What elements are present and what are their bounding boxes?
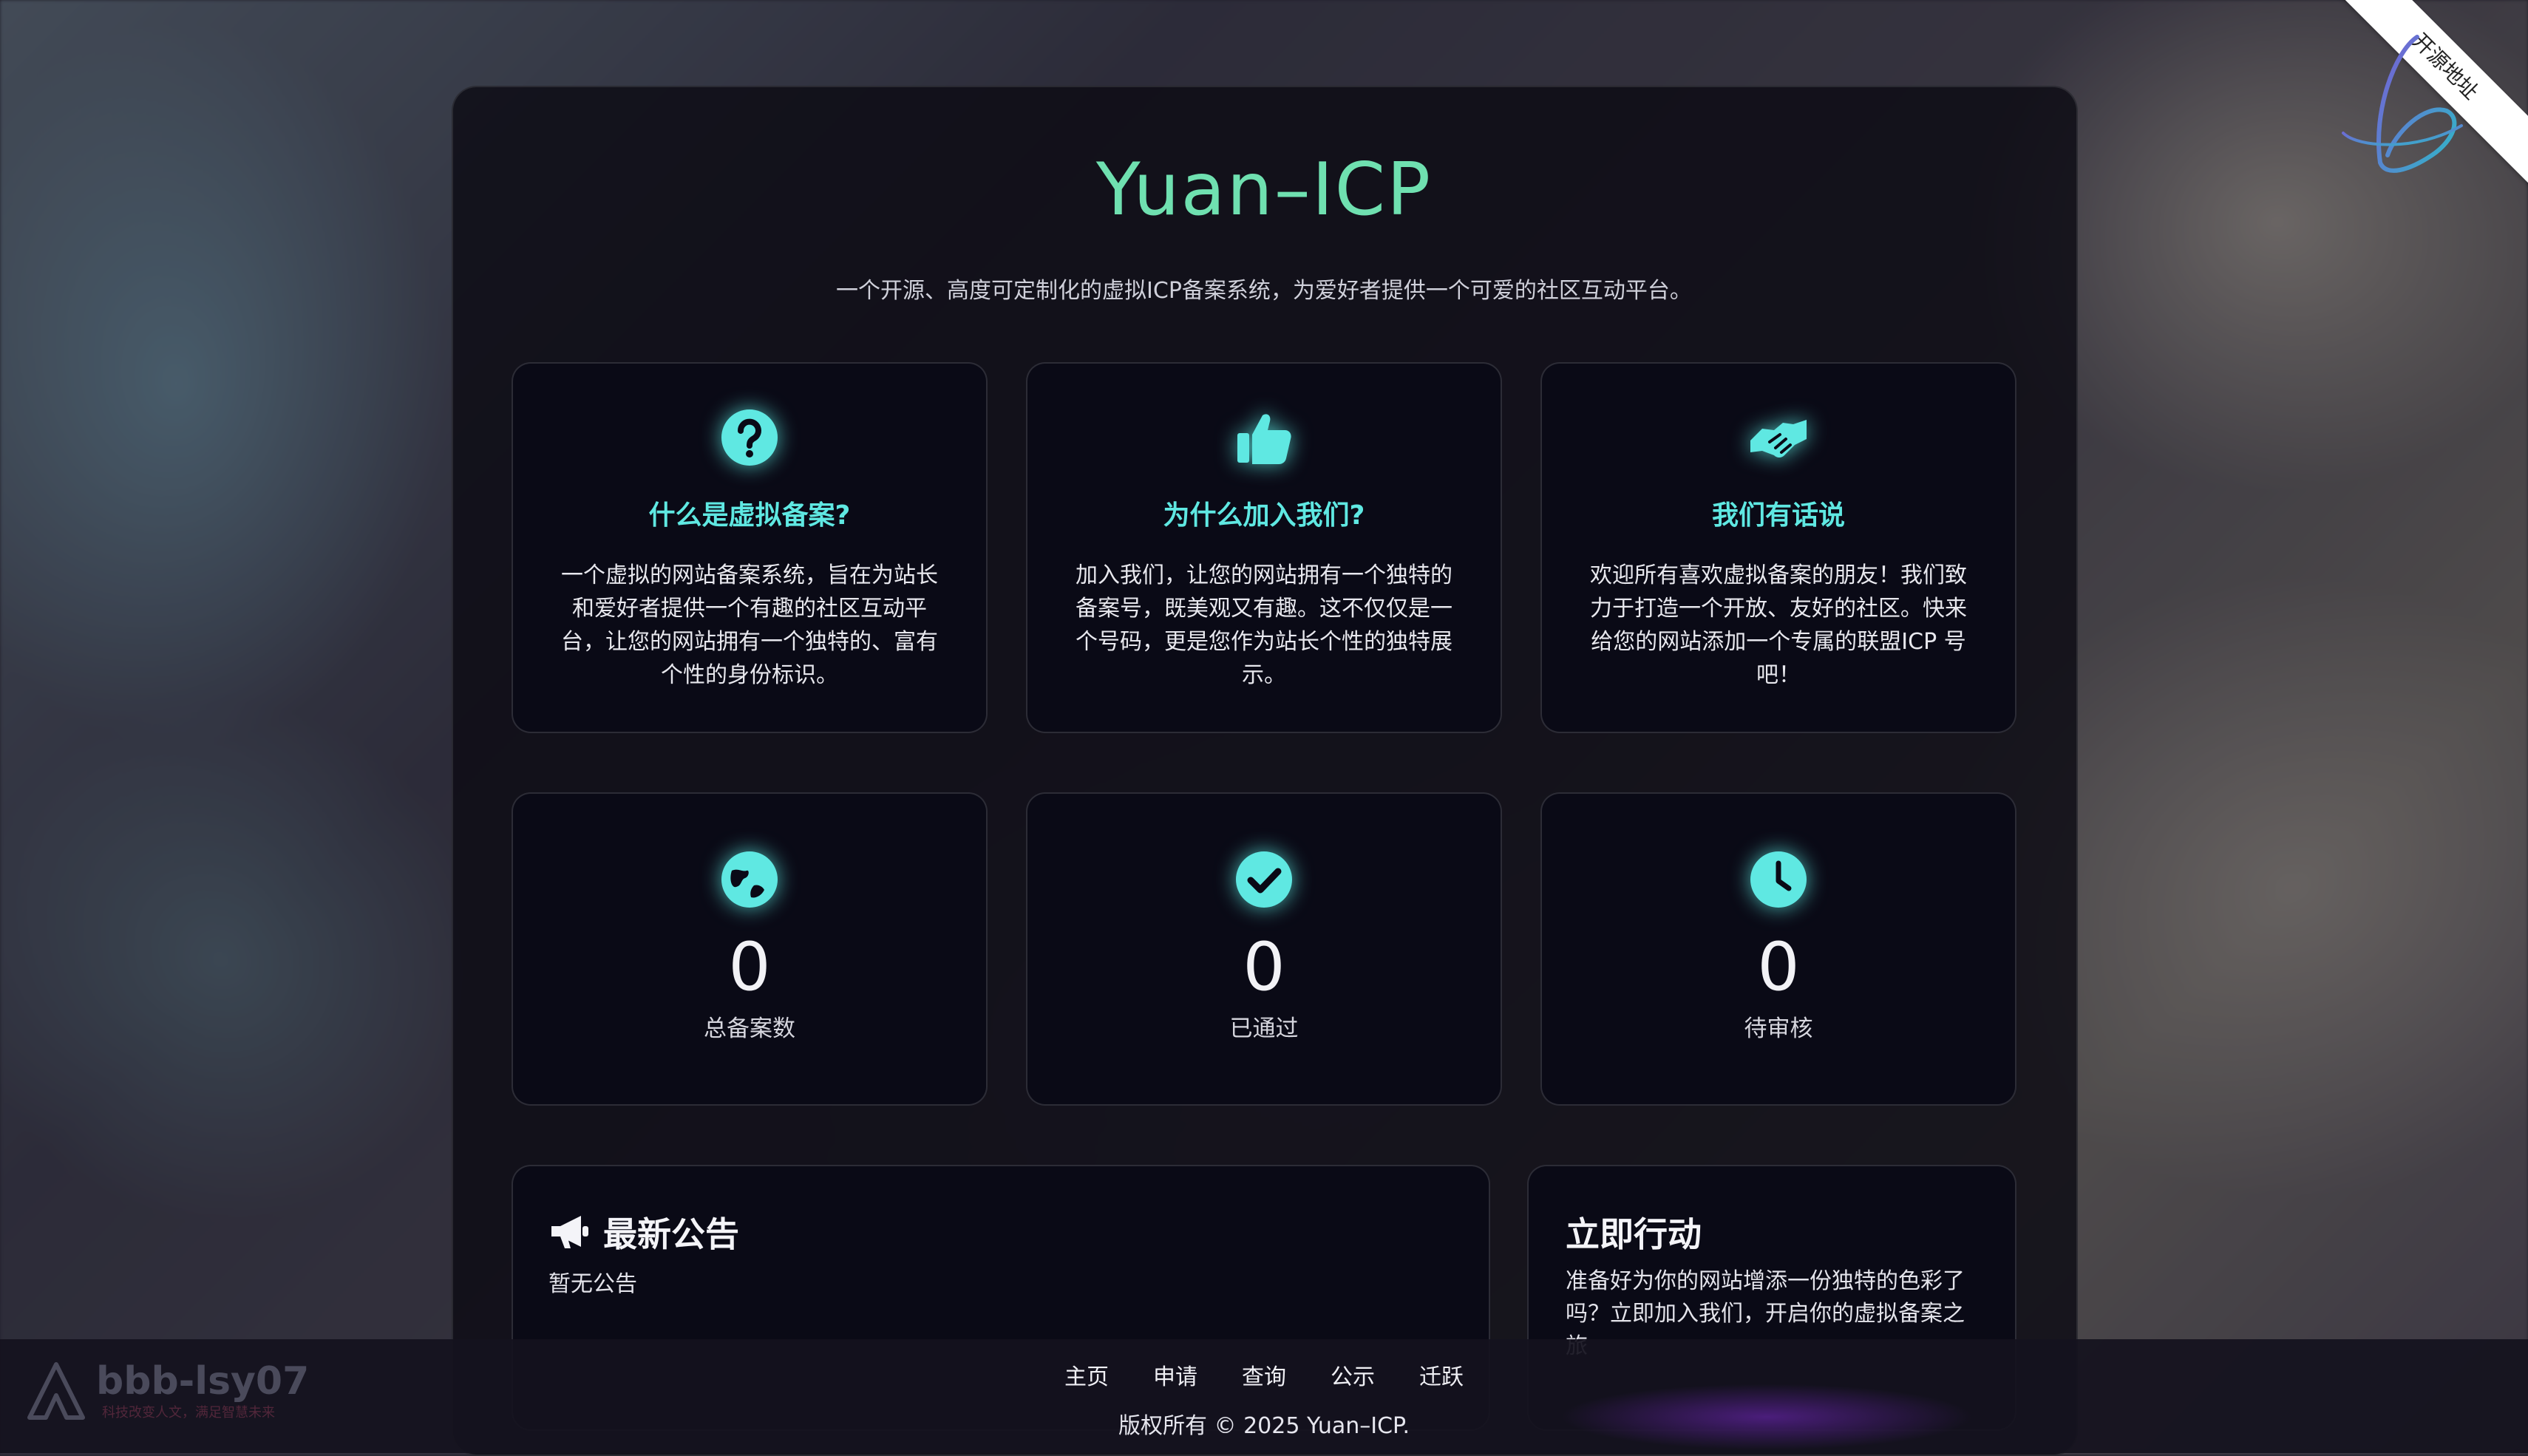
feature-card-message: 我们有话说 欢迎所有喜欢虚拟备案的朋友！我们致力于打造一个开放、友好的社区。快来… [1540, 362, 2016, 733]
thumbs-up-icon [1237, 414, 1291, 464]
stat-card-pending: 0 待审核 [1540, 792, 2016, 1106]
stat-value: 0 [1243, 928, 1285, 1006]
page-title: Yuan–ICP [1095, 148, 1433, 232]
stat-value: 0 [728, 928, 771, 1006]
announcement-title: 最新公告 [603, 1214, 739, 1254]
copyright: 版权所有 © 2025 Yuan–ICP. [1118, 1413, 1410, 1439]
handshake-icon [1750, 420, 1807, 457]
megaphone-icon [551, 1216, 588, 1248]
footer: 主页 申请 查询 公示 迁跃 版权所有 © 2025 Yuan–ICP. [0, 1339, 2528, 1453]
feature-text: 加入我们，让您的网站拥有一个独特的备案号，既美观又有趣。这不仅仅是一个号码，更是… [1076, 562, 1452, 688]
nav-link-query[interactable]: 查询 [1242, 1358, 1286, 1391]
action-title: 立即行动 [1566, 1214, 1702, 1254]
triangle-logo-icon [27, 1362, 85, 1420]
stat-value: 0 [1757, 928, 1800, 1006]
footer-nav: 主页 申请 查询 公示 迁跃 [0, 1358, 2528, 1391]
nav-link-jump[interactable]: 迁跃 [1419, 1358, 1464, 1391]
signature-logo-icon [2342, 35, 2463, 173]
feature-title: 我们有话说 [1711, 500, 1845, 531]
stat-card-total: 0 总备案数 [512, 792, 988, 1106]
feature-card-why: 为什么加入我们? 加入我们，让您的网站拥有一个独特的备案号，既美观又有趣。这不仅… [1026, 362, 1502, 733]
feature-text: 欢迎所有喜欢虚拟备案的朋友！我们致力于打造一个开放、友好的社区。快来给您的网站添… [1590, 562, 1967, 688]
watermark-brand: bbb-lsy07 [96, 1359, 310, 1404]
feature-text: 一个虚拟的网站备案系统，旨在为站长和爱好者提供一个有趣的社区互动平台，让您的网站… [561, 562, 938, 688]
stat-label: 总备案数 [704, 1016, 795, 1042]
feature-title: 为什么加入我们? [1163, 500, 1365, 531]
stat-card-approved: 0 已通过 [1026, 792, 1502, 1106]
watermark-logo: bbb-lsy07 科技改变人文，满足智慧未来 [25, 1360, 309, 1422]
question-circle-icon [721, 409, 778, 466]
announcement-heading: 最新公告 [548, 1208, 1489, 1256]
feature-card-what: 什么是虚拟备案? 一个虚拟的网站备案系统，旨在为站长和爱好者提供一个有趣的社区互… [512, 362, 988, 733]
join-button-glow[interactable] [1560, 1384, 1974, 1450]
watermark-tagline: 科技改变人文，满足智慧未来 [102, 1405, 275, 1421]
nav-link-home[interactable]: 主页 [1064, 1358, 1109, 1391]
nav-link-apply[interactable]: 申请 [1153, 1358, 1197, 1391]
stat-label: 待审核 [1744, 1016, 1813, 1042]
feature-title: 什么是虚拟备案? [648, 500, 851, 531]
stat-label: 已通过 [1229, 1016, 1299, 1042]
nav-link-public[interactable]: 公示 [1331, 1358, 1375, 1391]
page-subtitle: 一个开源、高度可定制化的虚拟ICP备案系统，为爱好者提供一个可爱的社区互动平台。 [836, 278, 1692, 304]
globe-icon [721, 851, 778, 908]
check-circle-icon [1236, 851, 1292, 908]
clock-icon [1750, 851, 1807, 908]
announcement-text: 暂无公告 [548, 1271, 637, 1297]
